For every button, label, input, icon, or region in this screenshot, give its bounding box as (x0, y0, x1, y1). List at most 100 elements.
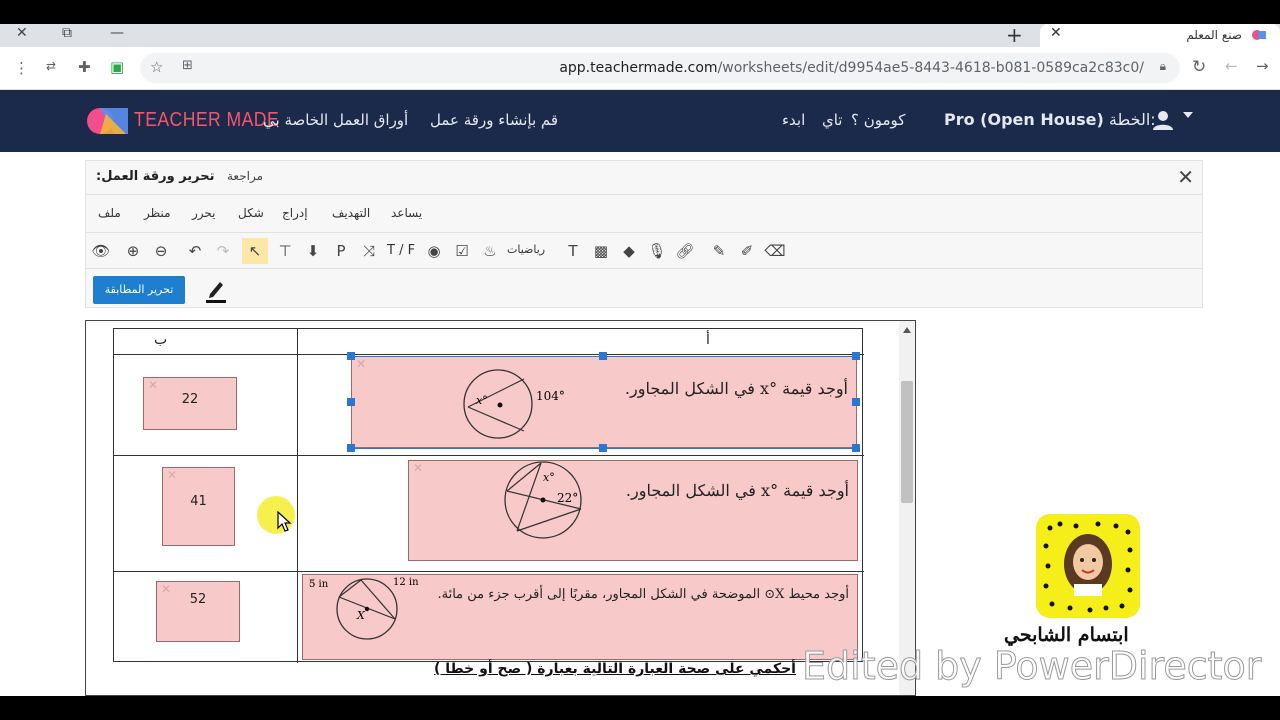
editor-panel: تحرير ورقة العمل: مراجعة ✕ ملف منظر يحرر… (85, 160, 1203, 308)
answer-box[interactable]: ✕ 41 (162, 467, 235, 546)
vertical-scrollbar[interactable] (899, 321, 915, 695)
editor-title: تحرير ورقة العمل: (96, 169, 215, 184)
shuffle-icon[interactable]: ⤨ (356, 238, 382, 264)
nav-start[interactable]: ابدء (782, 111, 805, 129)
extension-green-icon[interactable]: ▣ (110, 58, 124, 76)
answer-box[interactable]: ✕ 52 (156, 581, 240, 642)
mouse-pointer-icon (277, 511, 292, 532)
address-bar: ⋮ ⇄ ✚ ▣ ☆ ⊞ app.teachermade.com/workshee… (0, 47, 1280, 90)
scroll-thumb[interactable] (901, 381, 913, 503)
snapcode-avatar-icon (1036, 514, 1140, 618)
math-tool[interactable]: رياضيات (507, 243, 545, 256)
watermark-text: Edited by PowerDirector (801, 644, 1262, 689)
pencil-icon[interactable]: ✎ (706, 238, 732, 264)
nav-my-worksheets[interactable]: أوراق العمل الخاصة بي (263, 111, 408, 129)
column-b-header: ب (154, 332, 168, 348)
menu-target[interactable]: التهديف (332, 206, 370, 220)
back-icon[interactable]: → (1256, 57, 1269, 75)
url-text[interactable]: app.teachermade.com/worksheets/edit/d995… (559, 60, 1144, 76)
forward-icon[interactable]: ← (1225, 57, 1238, 75)
highlighter-icon[interactable]: ✐ (734, 238, 760, 264)
text-box-icon[interactable]: ⊤ (272, 238, 298, 264)
resize-handle[interactable] (599, 444, 607, 452)
paragraph-tool-icon[interactable]: P (328, 238, 354, 264)
menu-help[interactable]: يساعد (391, 206, 422, 220)
menu-edit[interactable]: يحرر (192, 206, 216, 220)
menu-file[interactable]: ملف (98, 206, 121, 220)
resize-handle[interactable] (852, 444, 860, 452)
resize-handle[interactable] (347, 352, 355, 360)
resize-handle[interactable] (347, 398, 355, 406)
length-label: 5 in (309, 579, 329, 590)
close-editor-icon[interactable]: ✕ (1177, 165, 1194, 189)
puzzle-icon[interactable]: ✚ (78, 58, 91, 76)
nav-tai[interactable]: تاي (822, 111, 843, 129)
true-false-tool[interactable]: T / F (387, 243, 415, 258)
link-icon[interactable]: 🔗︎ (672, 238, 698, 264)
resize-handle[interactable] (347, 444, 355, 452)
teachermade-logo-icon[interactable] (86, 104, 130, 138)
text-tool-icon[interactable]: T (560, 238, 586, 264)
radio-tool-icon[interactable]: ◉ (421, 238, 447, 264)
user-menu-caret-icon[interactable] (1183, 112, 1193, 118)
image-icon[interactable]: ▩ (588, 238, 614, 264)
editor-title-row: تحرير ورقة العمل: مراجعة ✕ (86, 161, 1202, 195)
redo-icon[interactable]: ↷ (210, 238, 236, 264)
question-box[interactable]: ✕ أوجد محيط X⊙ الموضحة في الشكل المجاور،… (302, 574, 858, 660)
question-box[interactable]: ✕ أوجد قيمة °x في الشكل المجاور. x° 104° (351, 356, 857, 448)
question-box[interactable]: ✕ أوجد قيمة °x في الشكل المجاور. x° 22° (408, 460, 858, 561)
pen-color-icon[interactable] (204, 277, 228, 303)
angle-value: 104° (536, 389, 565, 403)
menu-view[interactable]: منظر (144, 206, 171, 220)
new-tab-icon[interactable]: + (1006, 24, 1023, 46)
omnibox[interactable]: ☆ ⊞ app.teachermade.com/worksheets/edit/… (140, 53, 1180, 83)
select-arrow-icon[interactable]: ↖ (242, 238, 268, 264)
resize-handle[interactable] (599, 352, 607, 360)
eraser-icon[interactable]: ◆ (616, 238, 642, 264)
browser-tab[interactable]: ✕ صنع المعلم (1040, 24, 1280, 47)
preview-eye-icon[interactable]: 👁︎ (88, 238, 114, 264)
menu-shape[interactable]: شكل (238, 206, 264, 220)
delete-x-icon[interactable]: ✕ (148, 378, 158, 392)
undo-icon[interactable]: ↶ (182, 238, 208, 264)
menu-insert[interactable]: إدراج (282, 206, 308, 220)
row-divider (114, 571, 864, 572)
bookmark-star-icon[interactable]: ☆ (150, 58, 163, 76)
length-label: 12 in (393, 577, 419, 588)
question-text: أوجد قيمة °x في الشكل المجاور. (624, 379, 848, 398)
nav-create-worksheet[interactable]: قم بإنشاء ورقة عمل (430, 111, 558, 129)
question-text: أوجد قيمة °x في الشكل المجاور. (625, 481, 849, 500)
angle-variable: x° (543, 471, 555, 484)
answer-box[interactable]: ✕ 22 (143, 377, 237, 430)
user-avatar-icon[interactable] (1151, 108, 1175, 132)
menu-dots-icon[interactable]: ⋮ (14, 59, 29, 77)
dropdown-tool-icon[interactable]: ⬇ (300, 238, 326, 264)
tab-close-icon[interactable]: ✕ (1050, 25, 1062, 41)
reload-icon[interactable]: ↻ (1192, 57, 1206, 77)
minimize-window-icon[interactable]: — (110, 25, 124, 41)
translate-icon[interactable]: ⊞ (182, 58, 193, 73)
audio-icon[interactable]: 🎙︎ (644, 238, 670, 264)
checkbox-tool-icon[interactable]: ☑ (449, 238, 475, 264)
worksheet-viewport[interactable]: ب أ ✕ 22 ✕ 41 ✕ 52 ✕ أوجد قيمة °x في الش… (85, 320, 916, 696)
erase-draw-icon[interactable]: ⌫ (762, 238, 788, 264)
resize-handle[interactable] (852, 352, 860, 360)
instruction-text: أحكمي على صحة العبارة التالية بعبارة ( ص… (434, 661, 796, 677)
delete-x-icon[interactable]: ✕ (356, 357, 366, 371)
close-window-icon[interactable]: ✕ (16, 25, 28, 41)
nav-common[interactable]: كومون ؟ (851, 111, 905, 129)
fire-icon[interactable]: ♨ (477, 238, 503, 264)
review-link[interactable]: مراجعة (227, 169, 263, 183)
zoom-out-icon[interactable]: ⊖ (148, 238, 174, 264)
delete-x-icon[interactable]: ✕ (413, 461, 423, 475)
extension-icon[interactable]: ⇄ (46, 59, 56, 73)
logo-text[interactable]: TEACHER MADE (134, 109, 279, 132)
zoom-in-icon[interactable]: ⊕ (120, 238, 146, 264)
resize-handle[interactable] (852, 398, 860, 406)
plan-info: Pro (Open House) الخطة: (944, 110, 1156, 129)
scroll-up-arrow-icon[interactable] (903, 327, 911, 333)
edit-matching-button[interactable]: تحرير المطابقة (93, 276, 185, 304)
delete-x-icon[interactable]: ✕ (167, 468, 177, 482)
restore-window-icon[interactable]: ⧉ (62, 25, 72, 41)
delete-x-icon[interactable]: ✕ (161, 582, 171, 596)
